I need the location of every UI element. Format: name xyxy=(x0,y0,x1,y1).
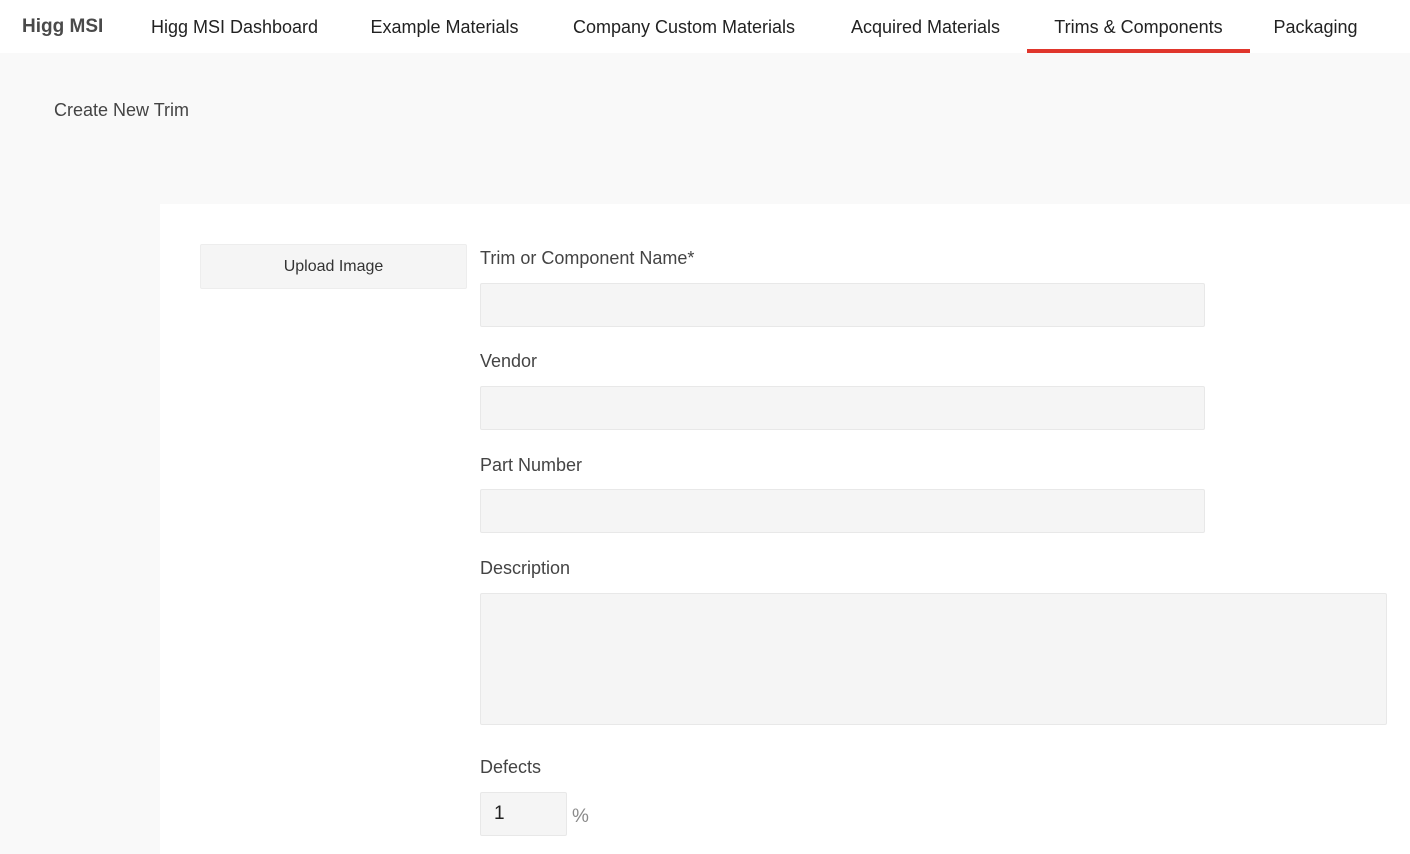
vendor-label: Vendor xyxy=(480,351,538,371)
vendor-field[interactable] xyxy=(480,386,1205,430)
upload-image-button[interactable]: Upload Image xyxy=(200,244,467,289)
percent-unit-label: % xyxy=(572,806,589,827)
description-field[interactable] xyxy=(480,593,1387,725)
tab-higg-msi-dashboard[interactable]: Higg MSI Dashboard xyxy=(126,0,343,53)
create-trim-form: Upload Image Trim or Component Name* Ven… xyxy=(160,204,1410,854)
defects-percent-input[interactable] xyxy=(480,792,567,836)
tab-acquired-materials[interactable]: Acquired Materials xyxy=(824,0,1027,53)
page-title: Create New Trim xyxy=(54,100,190,120)
defects-label: Defects xyxy=(480,757,542,777)
brand-logo-text[interactable]: Higg MSI xyxy=(22,16,103,38)
part-number-label: Part Number xyxy=(480,455,583,475)
part-number-field[interactable] xyxy=(480,489,1205,533)
tab-example-materials[interactable]: Example Materials xyxy=(345,0,544,53)
name-label: Trim or Component Name* xyxy=(480,248,695,268)
description-label: Description xyxy=(480,558,571,578)
name-field[interactable] xyxy=(480,283,1205,327)
tab-trims-and-components[interactable]: Trims & Components xyxy=(1027,0,1250,53)
top-navigation: Higg MSI Higg MSI Dashboard Example Mate… xyxy=(0,0,1410,53)
tab-packaging[interactable]: Packaging xyxy=(1250,0,1381,53)
tab-company-custom-materials[interactable]: Company Custom Materials xyxy=(544,0,824,53)
